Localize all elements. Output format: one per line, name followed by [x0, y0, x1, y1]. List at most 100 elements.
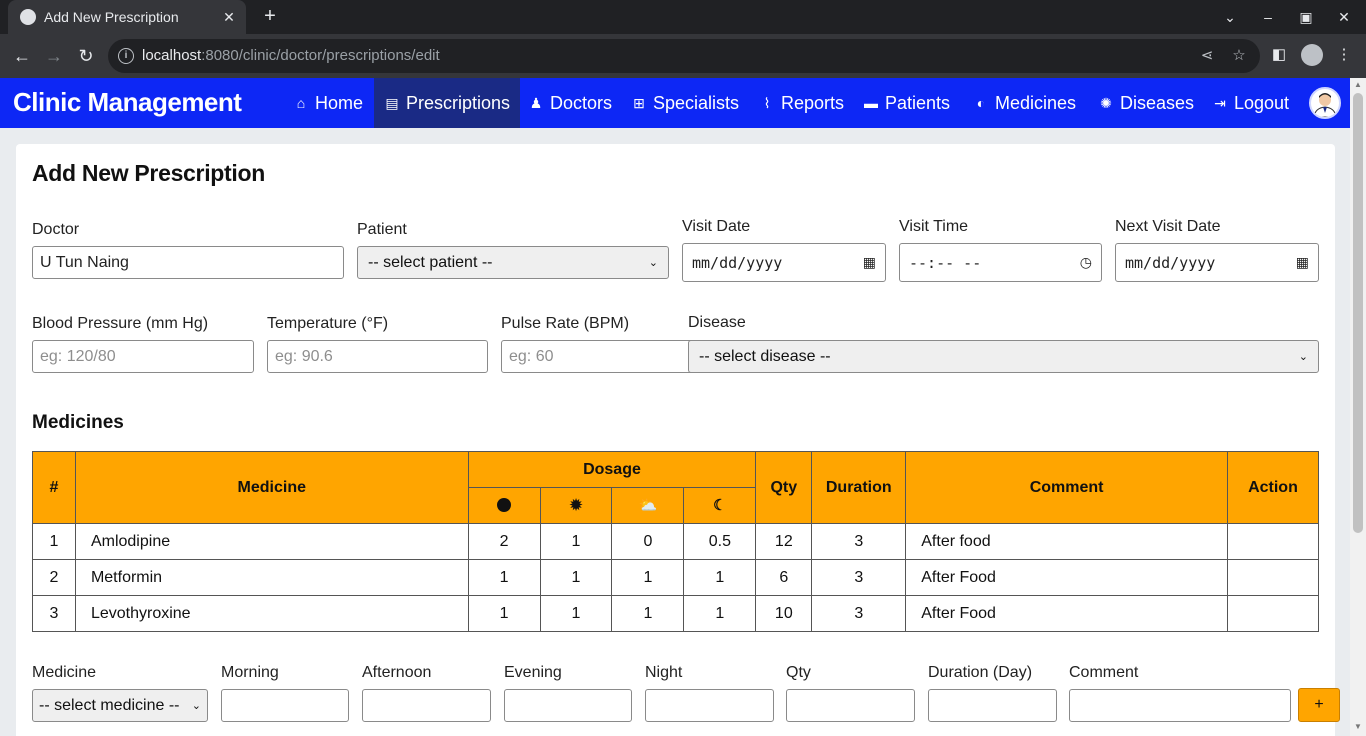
- medicines-section-title: Medicines: [32, 412, 124, 433]
- table-row: 3 Levothyroxine 1 1 1 1 10 3 After Food: [32, 595, 1320, 632]
- visit-date-label: Visit Date: [682, 218, 751, 235]
- forward-icon[interactable]: →: [42, 44, 66, 68]
- brand-title[interactable]: Clinic Management: [13, 87, 242, 118]
- visit-date-input[interactable]: mm/dd/yyyy ▦: [682, 243, 886, 282]
- table-row: 2 Metformin 1 1 1 1 6 3 After Food: [32, 559, 1320, 596]
- address-bar[interactable]: i localhost:8080/clinic/doctor/prescript…: [108, 39, 1260, 73]
- table-row: 1 Amlodipine 2 1 0 0.5 12 3 After food: [32, 523, 1320, 560]
- blood-pressure-label: Blood Pressure (mm Hg): [32, 315, 209, 332]
- header-action: Action: [1226, 451, 1320, 524]
- nav-diseases[interactable]: ✺ Diseases: [1088, 78, 1204, 128]
- night-input[interactable]: [645, 689, 774, 722]
- nav-reports[interactable]: ⌇ Reports: [749, 78, 854, 128]
- chevron-down-icon: ⌄: [1298, 351, 1308, 363]
- virus-icon: ✺: [1100, 94, 1112, 111]
- nav-prescriptions[interactable]: ▤ Prescriptions: [374, 78, 521, 128]
- nav-medicines[interactable]: ◐ Medicines: [963, 78, 1086, 128]
- disease-select[interactable]: -- select disease -- ⌄: [688, 340, 1319, 373]
- scrollbar-thumb[interactable]: [1353, 93, 1363, 533]
- pulse-rate-label: Pulse Rate (BPM): [501, 315, 630, 332]
- side-panel-icon[interactable]: ◧: [1268, 44, 1290, 66]
- profile-avatar-icon[interactable]: [1301, 44, 1323, 66]
- page-title: Add New Prescription: [32, 160, 265, 186]
- doctor-input[interactable]: U Tun Naing: [32, 246, 344, 279]
- temperature-label: Temperature (°F): [267, 315, 389, 332]
- evening-input[interactable]: [504, 689, 632, 722]
- patient-label: Patient: [357, 221, 407, 238]
- moon-icon: ☾: [683, 487, 757, 524]
- tab-title: Add New Prescription: [44, 9, 179, 25]
- doctor-avatar-icon: [1313, 93, 1337, 117]
- chevron-down-icon: ⌄: [648, 257, 658, 269]
- visit-time-input[interactable]: --:-- -- ◷: [899, 243, 1102, 282]
- comment-input[interactable]: [1069, 689, 1291, 722]
- evening-label: Evening: [504, 664, 562, 681]
- qty-label: Qty: [786, 664, 811, 681]
- calendar-icon[interactable]: ▦: [1296, 255, 1309, 271]
- patient-select[interactable]: -- select patient -- ⌄: [357, 246, 669, 279]
- prescription-icon: ▤: [385, 94, 399, 111]
- next-visit-label: Next Visit Date: [1115, 218, 1221, 235]
- app-navbar: Clinic Management ⌂ Home ▤ Prescriptions ♟…: [0, 78, 1350, 128]
- afternoon-label: Afternoon: [362, 664, 432, 681]
- scroll-down-icon[interactable]: ▼: [1353, 722, 1363, 732]
- reload-icon[interactable]: ↻: [74, 44, 98, 68]
- visit-time-label: Visit Time: [899, 218, 969, 235]
- header-medicine: Medicine: [74, 451, 469, 524]
- globe-icon: [20, 9, 36, 25]
- pills-icon: ◐: [976, 95, 986, 111]
- bookmark-star-icon[interactable]: ☆: [1230, 47, 1248, 65]
- medicine-select[interactable]: -- select medicine -- ⌄: [32, 689, 208, 722]
- nav-doctors[interactable]: ♟ Doctors: [518, 78, 622, 128]
- comment-label: Comment: [1069, 664, 1139, 681]
- night-label: Night: [645, 664, 683, 681]
- calendar-icon[interactable]: ▦: [863, 255, 876, 271]
- afternoon-input[interactable]: [362, 689, 491, 722]
- site-info-icon[interactable]: i: [118, 48, 134, 64]
- share-icon[interactable]: ⋖: [1198, 47, 1216, 65]
- action-cell: [1226, 559, 1320, 596]
- home-icon: ⌂: [296, 95, 306, 111]
- add-medicine-button[interactable]: +: [1298, 688, 1340, 722]
- nav-specialists[interactable]: ⊞ Specialists: [621, 78, 749, 128]
- header-qty: Qty: [755, 451, 813, 524]
- header-duration: Duration: [811, 451, 907, 524]
- qty-input[interactable]: [786, 689, 915, 722]
- chevron-down-icon: ⌄: [191, 700, 201, 712]
- blood-pressure-input[interactable]: eg: 120/80: [32, 340, 254, 373]
- disease-label: Disease: [688, 314, 746, 331]
- next-visit-date-input[interactable]: mm/dd/yyyy ▦: [1115, 243, 1319, 282]
- browser-tab[interactable]: Add New Prescription ✕: [8, 0, 246, 34]
- back-icon[interactable]: ←: [10, 44, 34, 68]
- nav-logout[interactable]: ⇥ Logout: [1202, 78, 1299, 128]
- minimize-icon[interactable]: –: [1257, 6, 1279, 28]
- briefcase-medical-icon: ⊞: [633, 94, 645, 111]
- tab-search-icon[interactable]: ⌄: [1219, 6, 1241, 28]
- url-text: localhost:8080/clinic/doctor/prescriptio…: [142, 47, 440, 64]
- close-window-icon[interactable]: ✕: [1333, 6, 1355, 28]
- nav-home[interactable]: ⌂ Home: [283, 78, 373, 128]
- scroll-up-icon[interactable]: ▲: [1353, 80, 1363, 90]
- browser-toolbar: ← → ↻ i localhost:8080/clinic/doctor/pre…: [0, 34, 1366, 78]
- morning-input[interactable]: [221, 689, 349, 722]
- duration-input[interactable]: [928, 689, 1057, 722]
- browser-tab-bar: Add New Prescription ✕ + ⌄ – ▣ ✕: [0, 0, 1366, 34]
- user-avatar[interactable]: [1309, 87, 1341, 119]
- close-tab-icon[interactable]: ✕: [220, 8, 238, 26]
- bed-icon: ▬: [864, 95, 878, 111]
- doctor-icon: ♟: [529, 94, 543, 111]
- header-number: #: [32, 451, 76, 524]
- header-comment: Comment: [905, 451, 1228, 524]
- medicines-table: # Medicine Dosage Qty Duration Comment A…: [32, 451, 1320, 632]
- nav-patients[interactable]: ▬ Patients: [853, 78, 960, 128]
- add-medicine-label: Medicine: [32, 664, 97, 681]
- new-tab-button[interactable]: +: [258, 5, 282, 29]
- clock-icon[interactable]: ◷: [1080, 255, 1092, 271]
- cloud-sun-icon: ⛅: [611, 487, 685, 524]
- duration-label: Duration (Day): [928, 664, 1033, 681]
- pulse-rate-input[interactable]: eg: 60: [501, 340, 701, 373]
- morning-label: Morning: [221, 664, 279, 681]
- maximize-icon[interactable]: ▣: [1295, 6, 1317, 28]
- temperature-input[interactable]: eg: 90.6: [267, 340, 488, 373]
- more-menu-icon[interactable]: ⋮: [1333, 44, 1355, 66]
